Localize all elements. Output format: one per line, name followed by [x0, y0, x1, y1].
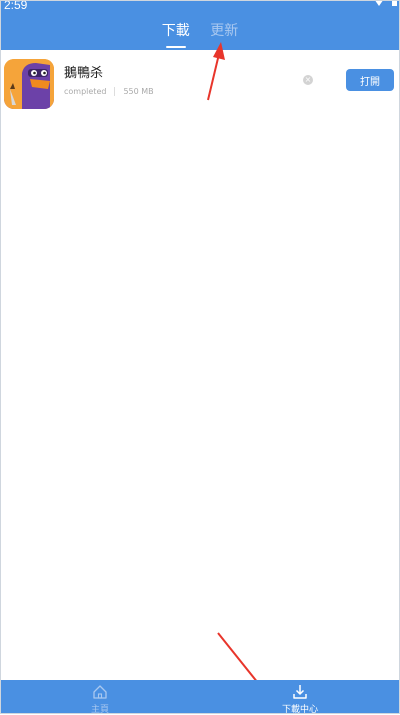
nav-download-center-label: 下載中心 [281, 705, 318, 715]
download-icon [293, 685, 307, 699]
nav-download-center[interactable]: 下載中心 [200, 680, 400, 715]
download-status: completed [64, 87, 107, 96]
app-icon [4, 59, 54, 109]
nav-home[interactable]: 主頁 [0, 680, 200, 715]
tab-download[interactable]: 下載 [160, 20, 192, 48]
open-button[interactable]: 打開 [346, 69, 394, 91]
file-size: 550 MB [123, 87, 154, 96]
close-circle-icon[interactable]: × [303, 75, 313, 85]
top-header: 2:59 下載 更新 [0, 0, 400, 50]
download-list: 鵝鴨杀 completed 550 MB × 打開 [0, 50, 400, 118]
nav-home-label: 主頁 [90, 705, 109, 715]
meta-divider [114, 87, 116, 96]
bottom-nav: 主頁 下載中心 [0, 680, 400, 715]
tab-bar: 下載 更新 [0, 20, 400, 48]
list-item[interactable]: 鵝鴨杀 completed 550 MB × 打開 [0, 50, 400, 118]
battery-icon [392, 0, 397, 6]
app-meta: completed 550 MB [64, 87, 154, 96]
signal-icon [372, 0, 386, 6]
status-time: 2:59 [4, 0, 28, 12]
home-icon [93, 685, 107, 699]
tab-update[interactable]: 更新 [208, 20, 240, 46]
app-name: 鵝鴨杀 [64, 66, 104, 81]
